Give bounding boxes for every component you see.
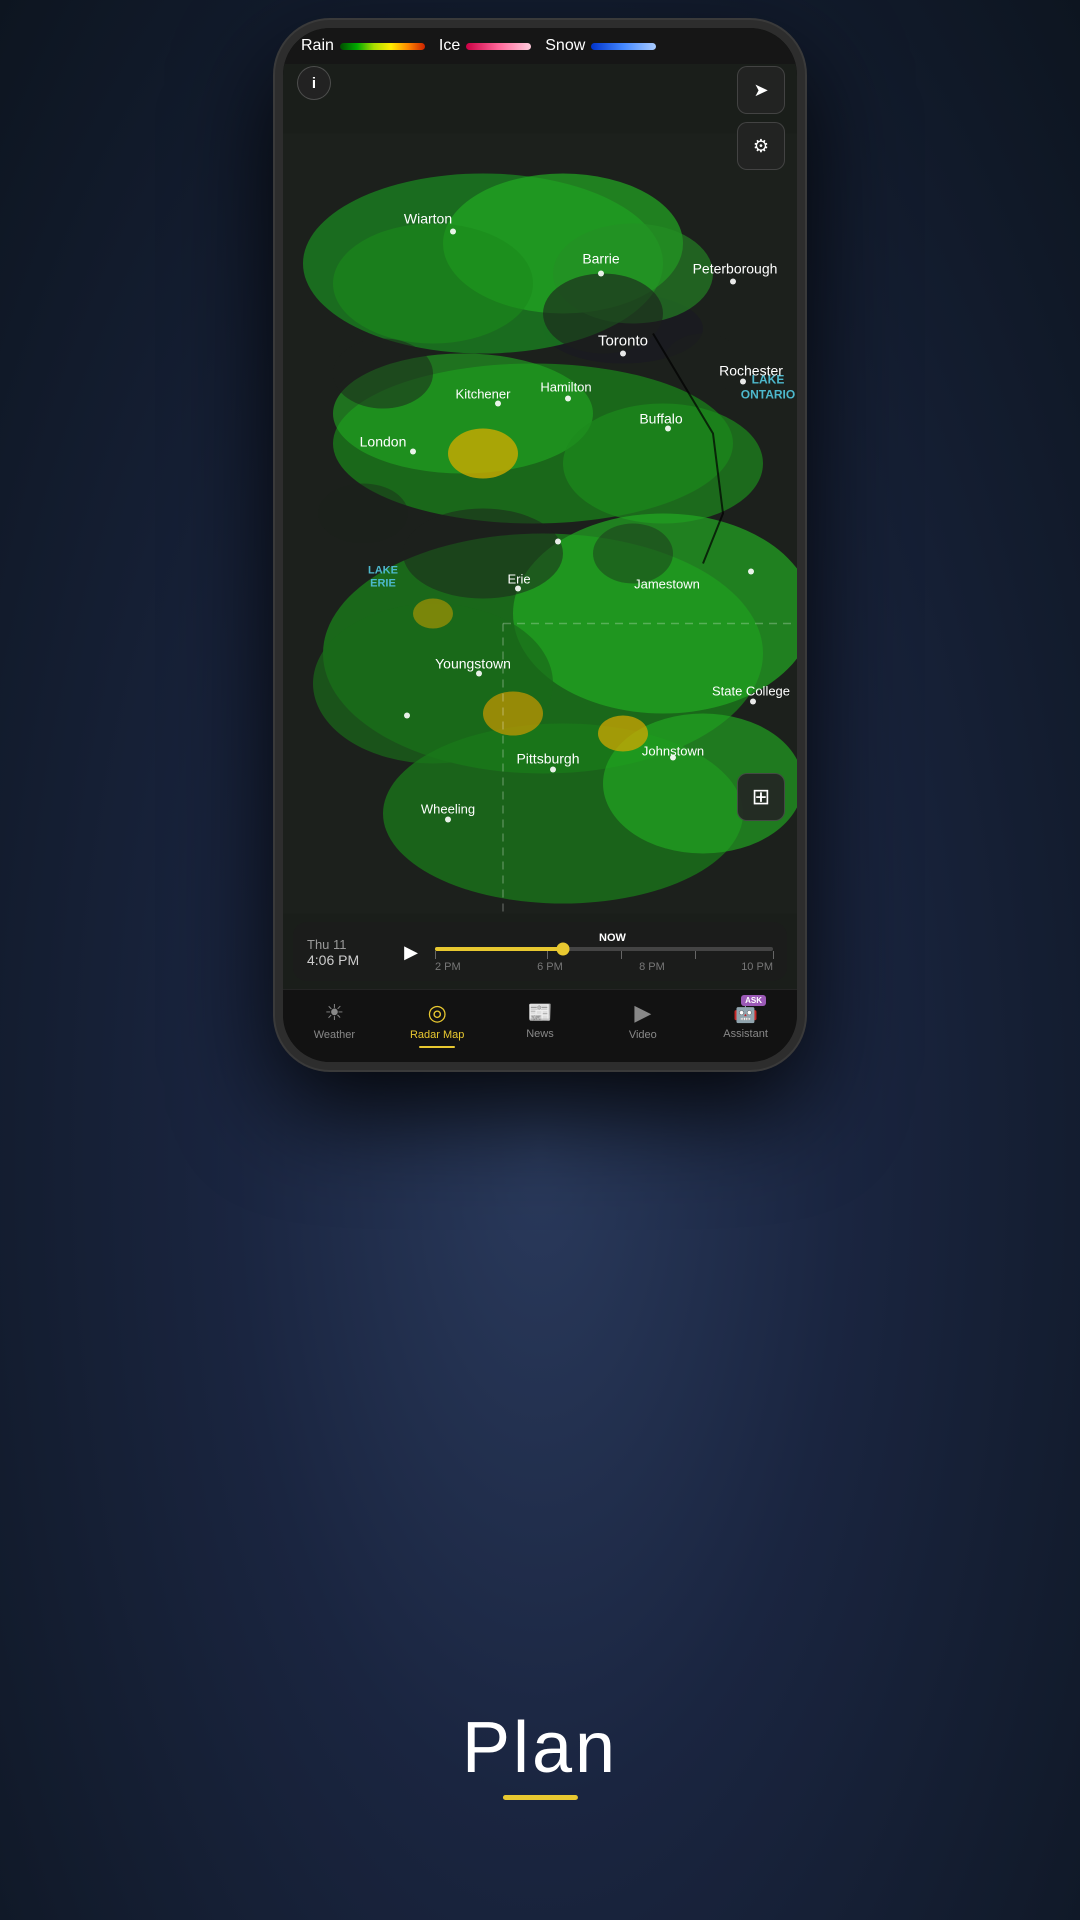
- rain-gradient: [340, 43, 425, 50]
- map-area[interactable]: Wiarton Barrie Peterborough Toronto LAKE…: [283, 28, 797, 989]
- svg-text:London: London: [360, 434, 407, 450]
- svg-text:Wheeling: Wheeling: [421, 802, 475, 817]
- date-label: Thu 11: [307, 937, 387, 952]
- timeline-track[interactable]: [435, 947, 773, 951]
- time-display: Thu 11 4:06 PM: [307, 937, 387, 968]
- svg-text:Kitchener: Kitchener: [456, 387, 512, 402]
- legend-bar: Rain Ice Snow: [283, 28, 797, 64]
- time-marker-1: 2 PM: [435, 961, 461, 973]
- rain-label: Rain: [301, 37, 334, 55]
- nav-item-radar[interactable]: ◎ Radar Map: [386, 1000, 489, 1048]
- svg-text:LAKE: LAKE: [368, 565, 398, 577]
- layers-icon: ⊞: [752, 784, 770, 810]
- play-button[interactable]: ▶: [395, 937, 427, 969]
- location-button[interactable]: ➤: [737, 66, 785, 114]
- news-icon: 📰: [528, 1000, 553, 1025]
- ice-gradient: [466, 43, 531, 50]
- svg-text:Erie: Erie: [507, 572, 530, 587]
- svg-text:Pittsburgh: Pittsburgh: [516, 751, 579, 767]
- snow-gradient: [591, 43, 656, 50]
- bottom-nav: ☀ Weather ◎ Radar Map 📰 News: [283, 989, 797, 1062]
- weather-label: Weather: [314, 1029, 355, 1041]
- play-icon: ▶: [404, 942, 418, 963]
- time-marker-3: 8 PM: [639, 961, 665, 973]
- svg-text:Rochester: Rochester: [719, 363, 783, 379]
- weather-icon: ☀: [325, 1000, 345, 1026]
- svg-text:Peterborough: Peterborough: [693, 261, 778, 277]
- svg-text:Johnstown: Johnstown: [642, 744, 704, 759]
- radar-map-svg: Wiarton Barrie Peterborough Toronto LAKE…: [283, 58, 797, 989]
- timeline-slider-area[interactable]: NOW: [435, 932, 773, 973]
- nav-item-video[interactable]: ▶ Video: [591, 1000, 694, 1041]
- svg-text:Toronto: Toronto: [598, 333, 648, 350]
- ice-legend: Ice: [439, 37, 531, 55]
- settings-icon: ⚙: [753, 136, 769, 157]
- now-label: NOW: [452, 932, 773, 944]
- svg-text:Jamestown: Jamestown: [634, 577, 700, 592]
- side-button-2: [799, 328, 803, 388]
- plan-title: Plan: [462, 1707, 618, 1789]
- svg-text:Wiarton: Wiarton: [404, 211, 452, 227]
- assistant-label: Assistant: [723, 1028, 768, 1040]
- video-label: Video: [629, 1029, 657, 1041]
- svg-text:Buffalo: Buffalo: [639, 411, 683, 427]
- svg-text:Hamilton: Hamilton: [540, 380, 591, 395]
- settings-button[interactable]: ⚙: [737, 122, 785, 170]
- timeline-fill: [435, 947, 563, 951]
- info-icon: i: [312, 75, 316, 92]
- svg-text:State College: State College: [712, 684, 790, 699]
- timeline-control: Thu 11 4:06 PM ▶ NOW: [293, 922, 787, 981]
- phone-screen: Rain Ice Snow: [283, 28, 797, 1062]
- radar-icon: ◎: [428, 1000, 447, 1026]
- plan-section: Plan: [462, 1707, 618, 1800]
- side-button: [799, 248, 803, 308]
- time-marker-2: 6 PM: [537, 961, 563, 973]
- timeline-thumb[interactable]: [557, 943, 570, 956]
- plan-underline: [502, 1795, 577, 1800]
- ask-badge: ASK: [741, 995, 766, 1006]
- location-icon: ➤: [753, 80, 768, 101]
- svg-text:ERIE: ERIE: [370, 578, 396, 590]
- svg-text:Youngstown: Youngstown: [435, 656, 511, 672]
- ice-label: Ice: [439, 37, 460, 55]
- video-icon: ▶: [634, 1000, 651, 1026]
- nav-item-weather[interactable]: ☀ Weather: [283, 1000, 386, 1041]
- time-marker-4: 10 PM: [741, 961, 773, 973]
- time-label: 4:06 PM: [307, 952, 387, 968]
- svg-text:Barrie: Barrie: [582, 251, 620, 267]
- time-markers: 2 PM 6 PM 8 PM 10 PM: [435, 961, 773, 973]
- snow-legend: Snow: [545, 37, 656, 55]
- rain-legend: Rain: [301, 37, 425, 55]
- info-button[interactable]: i: [297, 66, 331, 100]
- layers-button[interactable]: ⊞: [737, 773, 785, 821]
- news-label: News: [526, 1028, 554, 1040]
- map-nav-buttons: ➤ ⚙: [737, 66, 785, 170]
- radar-label: Radar Map: [410, 1029, 464, 1041]
- nav-item-assistant[interactable]: 🤖 ASK Assistant: [694, 1000, 797, 1040]
- nav-item-news[interactable]: 📰 News: [489, 1000, 592, 1040]
- svg-text:ONTARIO: ONTARIO: [741, 388, 795, 402]
- radar-active-indicator: [419, 1046, 455, 1048]
- snow-label: Snow: [545, 37, 585, 55]
